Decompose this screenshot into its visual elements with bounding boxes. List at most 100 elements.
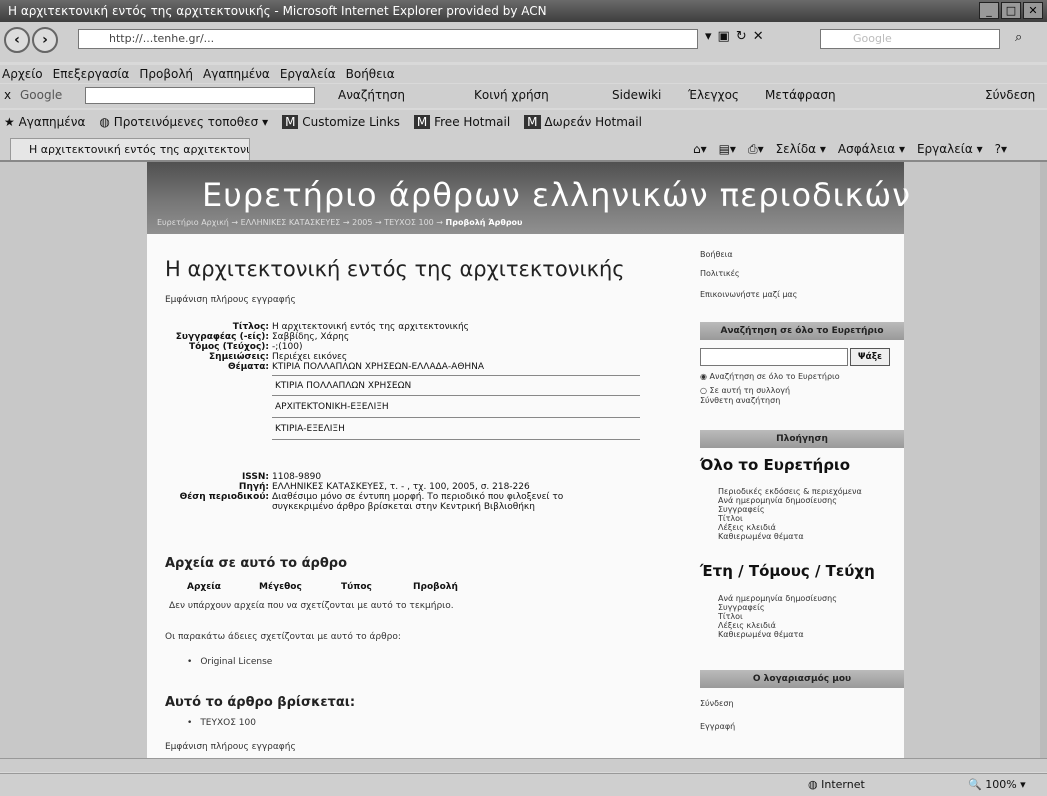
breadcrumb[interactable]: Ευρετήριο Αρχική → ΕΛΛΗΝΙΚΕΣ ΚΑΤΑΣΚΕΥΕΣ … <box>157 218 522 227</box>
nav-link[interactable]: Καθιερωμένα θέματα <box>718 532 862 541</box>
site-title: Ευρετήριο άρθρων ελληνικών περιοδικών <box>202 176 911 214</box>
meta-row: Θέση περιοδικού: Διαθέσιμο μόνο σε έντυπη… <box>179 492 564 502</box>
msn-icon: M <box>413 115 431 129</box>
address-url: http://...tenhe.gr/... <box>109 32 215 45</box>
fav-link-customize[interactable]: M Customize Links <box>282 115 400 129</box>
cmd-safety[interactable]: Ασφάλεια ▾ <box>838 142 905 157</box>
address-bar[interactable]: http://...tenhe.gr/... <box>78 29 698 49</box>
google-search-input[interactable] <box>85 87 315 104</box>
msn-icon: M <box>524 115 541 129</box>
menu-view[interactable]: Προβολή <box>139 65 193 83</box>
home-icon[interactable]: ⌂▾ <box>693 142 707 157</box>
license-link[interactable]: Original License <box>187 657 272 667</box>
google-logo: Google <box>20 88 63 102</box>
all-index-links: Περιοδικές εκδόσεις & περιεχόμενα Ανά ημ… <box>718 487 862 541</box>
search-go-button[interactable]: Ψάξε <box>850 348 890 366</box>
full-record-link[interactable]: Εμφάνιση πλήρους εγγραφής <box>165 295 296 305</box>
zone-indicator: ◍ Internet <box>808 778 865 791</box>
sidebar-policies-link[interactable]: Πολιτικές <box>700 269 740 278</box>
issue-link[interactable]: ΤΕΥΧΟΣ 100 <box>187 718 256 728</box>
zoom-control[interactable]: 🔍 100% ▾ <box>968 778 1026 791</box>
cmd-page[interactable]: Σελίδα ▾ <box>776 142 826 157</box>
nav-link[interactable]: Τίτλοι <box>718 612 837 621</box>
login-link[interactable]: Σύνδεση <box>700 699 734 708</box>
menu-help[interactable]: Βοήθεια <box>346 65 395 83</box>
globe-icon: ◍ <box>808 778 818 791</box>
menu-file[interactable]: Αρχείο <box>2 65 43 83</box>
favorites-bar: ★ Αγαπημένα ◍ Προτεινόμενες τοποθεσ ▾ M … <box>0 110 1047 134</box>
page-content: Ευρετήριο άρθρων ελληνικών περιοδικών Ευ… <box>147 162 910 758</box>
meta-row: Πηγή: ΕΛΛΗΝΙΚΕΣ ΚΑΤΑΣΚΕΥΕΣ, τ. - , τχ. 10… <box>238 482 530 492</box>
nav-link[interactable]: Λέξεις κλειδιά <box>718 621 837 630</box>
search-icon[interactable]: ⌕ <box>1015 30 1022 45</box>
license-text: Οι παρακάτω άδειες σχετίζονται με αυτό τ… <box>165 632 401 642</box>
sidebar-contact-link[interactable]: Επικοινωνήστε μαζί μας <box>700 290 797 299</box>
fav-link-hotmail[interactable]: M Free Hotmail <box>413 115 510 129</box>
files-heading: Αρχεία σε αυτό το άρθρο <box>165 556 348 571</box>
files-table-header: Αρχεία Μέγεθος Τύπος Προβολή <box>187 582 473 592</box>
sidebar-help-link[interactable]: Βοήθεια <box>700 250 733 259</box>
back-icon[interactable]: ‹ <box>4 27 30 53</box>
favorites-button[interactable]: ★ Αγαπημένα <box>4 115 85 129</box>
google-close-icon[interactable]: x <box>4 88 11 102</box>
sidewiki-button[interactable]: Sidewiki <box>612 88 661 102</box>
forward-icon[interactable]: › <box>32 27 58 53</box>
command-bar: ⌂▾ ▤▾ ⎙▾ Σελίδα ▾ Ασφάλεια ▾ Εργαλεία ▾ … <box>693 142 1007 157</box>
close-icon[interactable]: ✕ <box>1023 2 1043 19</box>
dropdown-icon[interactable]: ▾ <box>705 29 712 44</box>
nav-link[interactable]: Ανά ημερομηνία δημοσίευσης <box>718 496 862 505</box>
radio-collection[interactable]: ○ Σε αυτή τη συλλογή <box>700 386 790 395</box>
meta-row: Τίτλος: Η αρχιτεκτονική εντός της αρχιτεκ… <box>232 322 469 332</box>
meta-row: ISSN: 1108-9890 <box>241 472 322 482</box>
nav-link[interactable]: Περιοδικές εκδόσεις & περιεχόμενα <box>718 487 862 496</box>
tab-current[interactable]: Η αρχιτεκτονική εντός της αρχιτεκτονι <box>10 138 250 160</box>
nav-link[interactable]: Λέξεις κλειδιά <box>718 523 862 532</box>
star-icon: ★ <box>4 115 15 129</box>
check-button[interactable]: Έλεγχος <box>688 88 739 102</box>
meta-row: συγκεκριμένο άρθρο βρίσκεται στην Κεντρι… <box>272 502 535 512</box>
located-heading: Αυτό το άρθρο βρίσκεται: <box>165 695 356 710</box>
col-files: Αρχεία <box>187 582 221 592</box>
radio-all[interactable]: ◉ Αναζήτηση σε όλο το Ευρετήριο <box>700 372 840 381</box>
menu-bar: Αρχείο Επεξεργασία Προβολή Αγαπημένα Εργ… <box>0 65 1047 83</box>
maximize-icon[interactable]: □ <box>1001 2 1021 19</box>
nav-link[interactable]: Καθιερωμένα θέματα <box>718 630 837 639</box>
horizontal-scrollbar[interactable] <box>0 758 1047 772</box>
nav-link[interactable]: Τίτλοι <box>718 514 862 523</box>
status-bar: ◍ Internet 🔍 100% ▾ <box>0 773 1047 796</box>
feeds-icon[interactable]: ▤▾ <box>719 142 736 157</box>
register-link[interactable]: Εγγραφή <box>700 722 735 731</box>
refresh-icon[interactable]: ↻ <box>736 29 747 44</box>
breadcrumb-current: Προβολή Άρθρου <box>445 218 523 227</box>
menu-favorites[interactable]: Αγαπημένα <box>203 65 270 83</box>
google-signin-button[interactable]: Σύνδεση <box>985 88 1035 102</box>
minimize-icon[interactable]: _ <box>979 2 999 19</box>
google-share-button[interactable]: Κοινή χρήση <box>474 88 549 102</box>
nav-link[interactable]: Συγγραφείς <box>718 603 837 612</box>
vertical-scrollbar[interactable] <box>1040 162 1047 758</box>
metadata-table-2: ISSN: 1108-9890 Πηγή: ΕΛΛΗΝΙΚΕΣ ΚΑΤΑΣΚΕΥΕΣ… <box>165 472 665 512</box>
advanced-search-link[interactable]: Σύνθετη αναζήτηση <box>700 396 780 405</box>
compat-icon[interactable]: ▣ <box>718 29 730 44</box>
print-icon[interactable]: ⎙▾ <box>748 142 764 157</box>
nav-link[interactable]: Συγγραφείς <box>718 505 862 514</box>
col-size: Μέγεθος <box>259 582 302 592</box>
meta-row: Σημειώσεις: Περιέχει εικόνες <box>209 352 348 362</box>
google-search-button[interactable]: Αναζήτηση <box>338 88 405 102</box>
all-index-title: Όλο το Ευρετήριο <box>700 456 851 474</box>
translate-button[interactable]: Μετάφραση <box>765 88 836 102</box>
meta-row: Συγγραφέας (-είς): Σαββίδης, Χάρης <box>175 332 350 342</box>
nav-buttons: ‹ › <box>4 27 58 53</box>
menu-edit[interactable]: Επεξεργασία <box>53 65 130 83</box>
cmd-tools[interactable]: Εργαλεία ▾ <box>917 142 983 157</box>
nav-link[interactable]: Ανά ημερομηνία δημοσίευσης <box>718 594 837 603</box>
full-record-link-bottom[interactable]: Εμφάνιση πλήρους εγγραφής <box>165 742 296 752</box>
stop-icon[interactable]: ✕ <box>753 29 764 44</box>
address-actions: ▾ ▣ ↻ ✕ <box>705 29 764 44</box>
suggested-sites-link[interactable]: ◍ Προτεινόμενες τοποθεσ ▾ <box>99 115 268 129</box>
menu-tools[interactable]: Εργαλεία <box>280 65 336 83</box>
fav-link-hotmail-gr[interactable]: M Δωρεάν Hotmail <box>524 115 642 129</box>
sidebar-search-input[interactable] <box>700 348 848 366</box>
search-input[interactable]: Google <box>820 29 1000 49</box>
help-icon[interactable]: ?▾ <box>995 142 1007 157</box>
